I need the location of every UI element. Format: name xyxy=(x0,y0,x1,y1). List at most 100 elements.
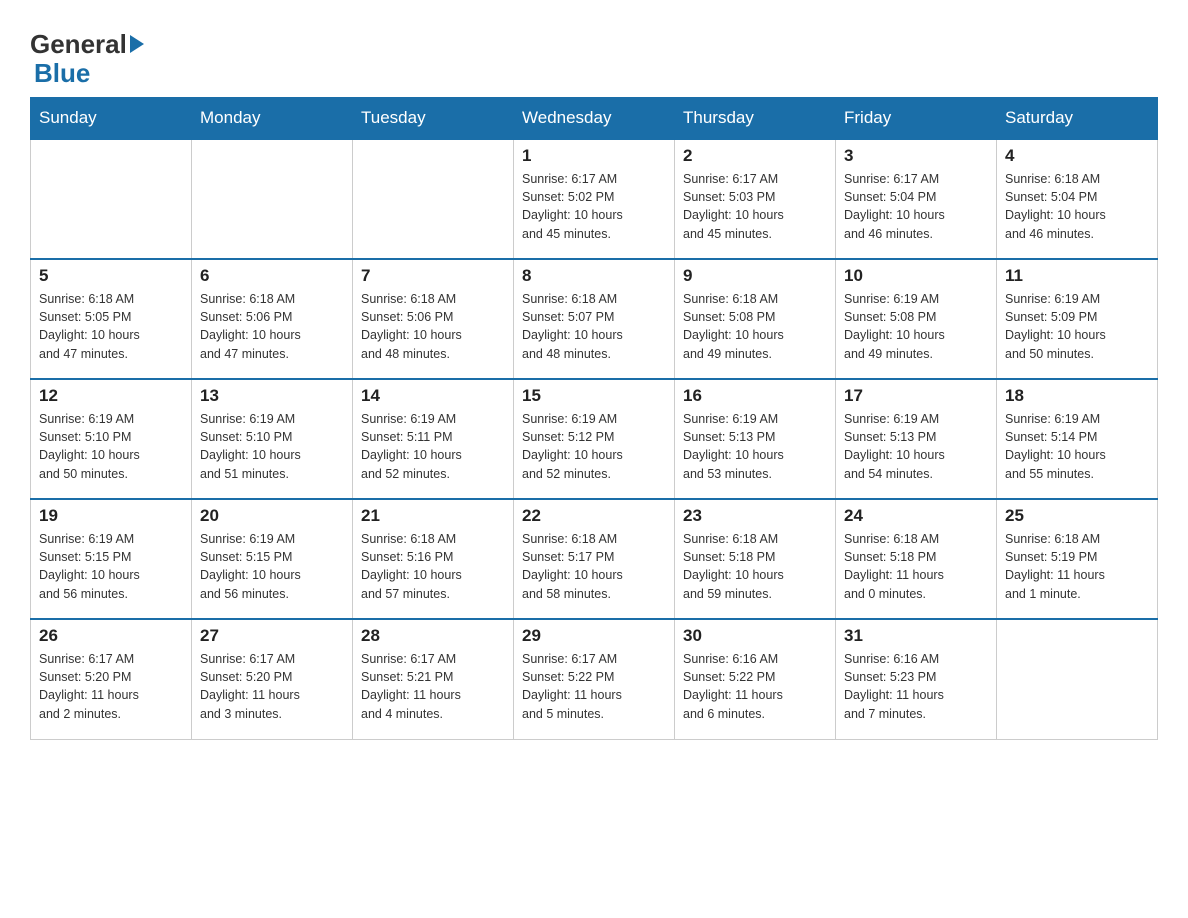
calendar-cell: 11 Sunrise: 6:19 AM Sunset: 5:09 PM Dayli… xyxy=(997,259,1158,379)
calendar-cell: 18 Sunrise: 6:19 AM Sunset: 5:14 PM Dayli… xyxy=(997,379,1158,499)
day-number: 30 xyxy=(683,626,827,646)
day-number: 22 xyxy=(522,506,666,526)
day-info: Sunrise: 6:19 AM Sunset: 5:08 PM Dayligh… xyxy=(844,290,988,363)
calendar-cell: 29Sunrise: 6:17 AM Sunset: 5:22 PM Dayli… xyxy=(514,619,675,739)
weekday-header-tuesday: Tuesday xyxy=(353,98,514,140)
calendar-cell: 7 Sunrise: 6:18 AM Sunset: 5:06 PM Daylig… xyxy=(353,259,514,379)
calendar-cell: 5Sunrise: 6:18 AM Sunset: 5:05 PM Daylig… xyxy=(31,259,192,379)
logo-general: General xyxy=(30,30,127,59)
day-info: Sunrise: 6:18 AM Sunset: 5:05 PM Dayligh… xyxy=(39,290,183,363)
day-info: Sunrise: 6:18 AM Sunset: 5:06 PM Dayligh… xyxy=(200,290,344,363)
calendar-cell: 8 Sunrise: 6:18 AM Sunset: 5:07 PM Daylig… xyxy=(514,259,675,379)
day-number: 6 xyxy=(200,266,344,286)
day-info: Sunrise: 6:18 AM Sunset: 5:18 PM Dayligh… xyxy=(844,530,988,603)
weekday-header-saturday: Saturday xyxy=(997,98,1158,140)
day-info: Sunrise: 6:19 AM Sunset: 5:10 PM Dayligh… xyxy=(200,410,344,483)
day-number: 13 xyxy=(200,386,344,406)
day-info: Sunrise: 6:18 AM Sunset: 5:08 PM Dayligh… xyxy=(683,290,827,363)
calendar-table: SundayMondayTuesdayWednesdayThursdayFrid… xyxy=(30,97,1158,740)
calendar-cell: 15 Sunrise: 6:19 AM Sunset: 5:12 PM Dayli… xyxy=(514,379,675,499)
day-info: Sunrise: 6:16 AM Sunset: 5:22 PM Dayligh… xyxy=(683,650,827,723)
day-info: Sunrise: 6:18 AM Sunset: 5:04 PM Dayligh… xyxy=(1005,170,1149,243)
calendar-cell: 1 Sunrise: 6:17 AM Sunset: 5:02 PM Daylig… xyxy=(514,139,675,259)
weekday-header-thursday: Thursday xyxy=(675,98,836,140)
weekday-header-row: SundayMondayTuesdayWednesdayThursdayFrid… xyxy=(31,98,1158,140)
day-info: Sunrise: 6:18 AM Sunset: 5:18 PM Dayligh… xyxy=(683,530,827,603)
calendar-header: SundayMondayTuesdayWednesdayThursdayFrid… xyxy=(31,98,1158,140)
calendar-week-2: 5Sunrise: 6:18 AM Sunset: 5:05 PM Daylig… xyxy=(31,259,1158,379)
day-number: 7 xyxy=(361,266,505,286)
calendar-cell xyxy=(31,139,192,259)
day-number: 14 xyxy=(361,386,505,406)
day-number: 28 xyxy=(361,626,505,646)
day-info: Sunrise: 6:19 AM Sunset: 5:09 PM Dayligh… xyxy=(1005,290,1149,363)
day-info: Sunrise: 6:19 AM Sunset: 5:14 PM Dayligh… xyxy=(1005,410,1149,483)
day-number: 15 xyxy=(522,386,666,406)
weekday-header-sunday: Sunday xyxy=(31,98,192,140)
day-info: Sunrise: 6:18 AM Sunset: 5:17 PM Dayligh… xyxy=(522,530,666,603)
day-number: 1 xyxy=(522,146,666,166)
calendar-cell: 20 Sunrise: 6:19 AM Sunset: 5:15 PM Dayli… xyxy=(192,499,353,619)
calendar-week-3: 12 Sunrise: 6:19 AM Sunset: 5:10 PM Dayli… xyxy=(31,379,1158,499)
logo: General Blue xyxy=(30,30,144,87)
day-info: Sunrise: 6:17 AM Sunset: 5:22 PM Dayligh… xyxy=(522,650,666,723)
calendar-cell: 4 Sunrise: 6:18 AM Sunset: 5:04 PM Daylig… xyxy=(997,139,1158,259)
calendar-cell: 27Sunrise: 6:17 AM Sunset: 5:20 PM Dayli… xyxy=(192,619,353,739)
calendar-cell: 10 Sunrise: 6:19 AM Sunset: 5:08 PM Dayli… xyxy=(836,259,997,379)
day-number: 4 xyxy=(1005,146,1149,166)
calendar-cell: 26 Sunrise: 6:17 AM Sunset: 5:20 PM Dayli… xyxy=(31,619,192,739)
calendar-cell: 23 Sunrise: 6:18 AM Sunset: 5:18 PM Dayli… xyxy=(675,499,836,619)
day-number: 26 xyxy=(39,626,183,646)
weekday-header-monday: Monday xyxy=(192,98,353,140)
calendar-cell xyxy=(997,619,1158,739)
day-info: Sunrise: 6:17 AM Sunset: 5:03 PM Dayligh… xyxy=(683,170,827,243)
calendar-cell: 21 Sunrise: 6:18 AM Sunset: 5:16 PM Dayli… xyxy=(353,499,514,619)
day-number: 31 xyxy=(844,626,988,646)
day-number: 12 xyxy=(39,386,183,406)
day-info: Sunrise: 6:17 AM Sunset: 5:20 PM Dayligh… xyxy=(39,650,183,723)
day-info: Sunrise: 6:17 AM Sunset: 5:02 PM Dayligh… xyxy=(522,170,666,243)
calendar-week-4: 19 Sunrise: 6:19 AM Sunset: 5:15 PM Dayli… xyxy=(31,499,1158,619)
calendar-cell: 16 Sunrise: 6:19 AM Sunset: 5:13 PM Dayli… xyxy=(675,379,836,499)
day-number: 9 xyxy=(683,266,827,286)
header: General Blue xyxy=(30,20,1158,87)
day-info: Sunrise: 6:19 AM Sunset: 5:10 PM Dayligh… xyxy=(39,410,183,483)
logo-arrow-icon xyxy=(130,35,144,53)
calendar-cell: 31 Sunrise: 6:16 AM Sunset: 5:23 PM Dayli… xyxy=(836,619,997,739)
calendar-cell: 2 Sunrise: 6:17 AM Sunset: 5:03 PM Daylig… xyxy=(675,139,836,259)
calendar-cell: 24 Sunrise: 6:18 AM Sunset: 5:18 PM Dayli… xyxy=(836,499,997,619)
day-info: Sunrise: 6:16 AM Sunset: 5:23 PM Dayligh… xyxy=(844,650,988,723)
day-number: 16 xyxy=(683,386,827,406)
day-number: 20 xyxy=(200,506,344,526)
day-info: Sunrise: 6:18 AM Sunset: 5:16 PM Dayligh… xyxy=(361,530,505,603)
day-number: 27 xyxy=(200,626,344,646)
calendar-week-1: 1 Sunrise: 6:17 AM Sunset: 5:02 PM Daylig… xyxy=(31,139,1158,259)
day-number: 25 xyxy=(1005,506,1149,526)
day-number: 24 xyxy=(844,506,988,526)
day-info: Sunrise: 6:19 AM Sunset: 5:13 PM Dayligh… xyxy=(683,410,827,483)
day-number: 2 xyxy=(683,146,827,166)
day-info: Sunrise: 6:18 AM Sunset: 5:06 PM Dayligh… xyxy=(361,290,505,363)
calendar-cell: 30 Sunrise: 6:16 AM Sunset: 5:22 PM Dayli… xyxy=(675,619,836,739)
day-info: Sunrise: 6:19 AM Sunset: 5:15 PM Dayligh… xyxy=(200,530,344,603)
day-number: 10 xyxy=(844,266,988,286)
day-number: 21 xyxy=(361,506,505,526)
calendar-body: 1 Sunrise: 6:17 AM Sunset: 5:02 PM Daylig… xyxy=(31,139,1158,739)
weekday-header-friday: Friday xyxy=(836,98,997,140)
logo-blue: Blue xyxy=(34,59,144,88)
day-info: Sunrise: 6:19 AM Sunset: 5:12 PM Dayligh… xyxy=(522,410,666,483)
weekday-header-wednesday: Wednesday xyxy=(514,98,675,140)
day-info: Sunrise: 6:19 AM Sunset: 5:15 PM Dayligh… xyxy=(39,530,183,603)
day-number: 8 xyxy=(522,266,666,286)
day-info: Sunrise: 6:19 AM Sunset: 5:11 PM Dayligh… xyxy=(361,410,505,483)
calendar-cell: 19 Sunrise: 6:19 AM Sunset: 5:15 PM Dayli… xyxy=(31,499,192,619)
day-info: Sunrise: 6:18 AM Sunset: 5:07 PM Dayligh… xyxy=(522,290,666,363)
calendar-cell xyxy=(353,139,514,259)
calendar-cell: 17Sunrise: 6:19 AM Sunset: 5:13 PM Dayli… xyxy=(836,379,997,499)
day-number: 18 xyxy=(1005,386,1149,406)
day-number: 23 xyxy=(683,506,827,526)
calendar-cell: 14 Sunrise: 6:19 AM Sunset: 5:11 PM Dayli… xyxy=(353,379,514,499)
day-number: 19 xyxy=(39,506,183,526)
day-info: Sunrise: 6:19 AM Sunset: 5:13 PM Dayligh… xyxy=(844,410,988,483)
day-number: 11 xyxy=(1005,266,1149,286)
